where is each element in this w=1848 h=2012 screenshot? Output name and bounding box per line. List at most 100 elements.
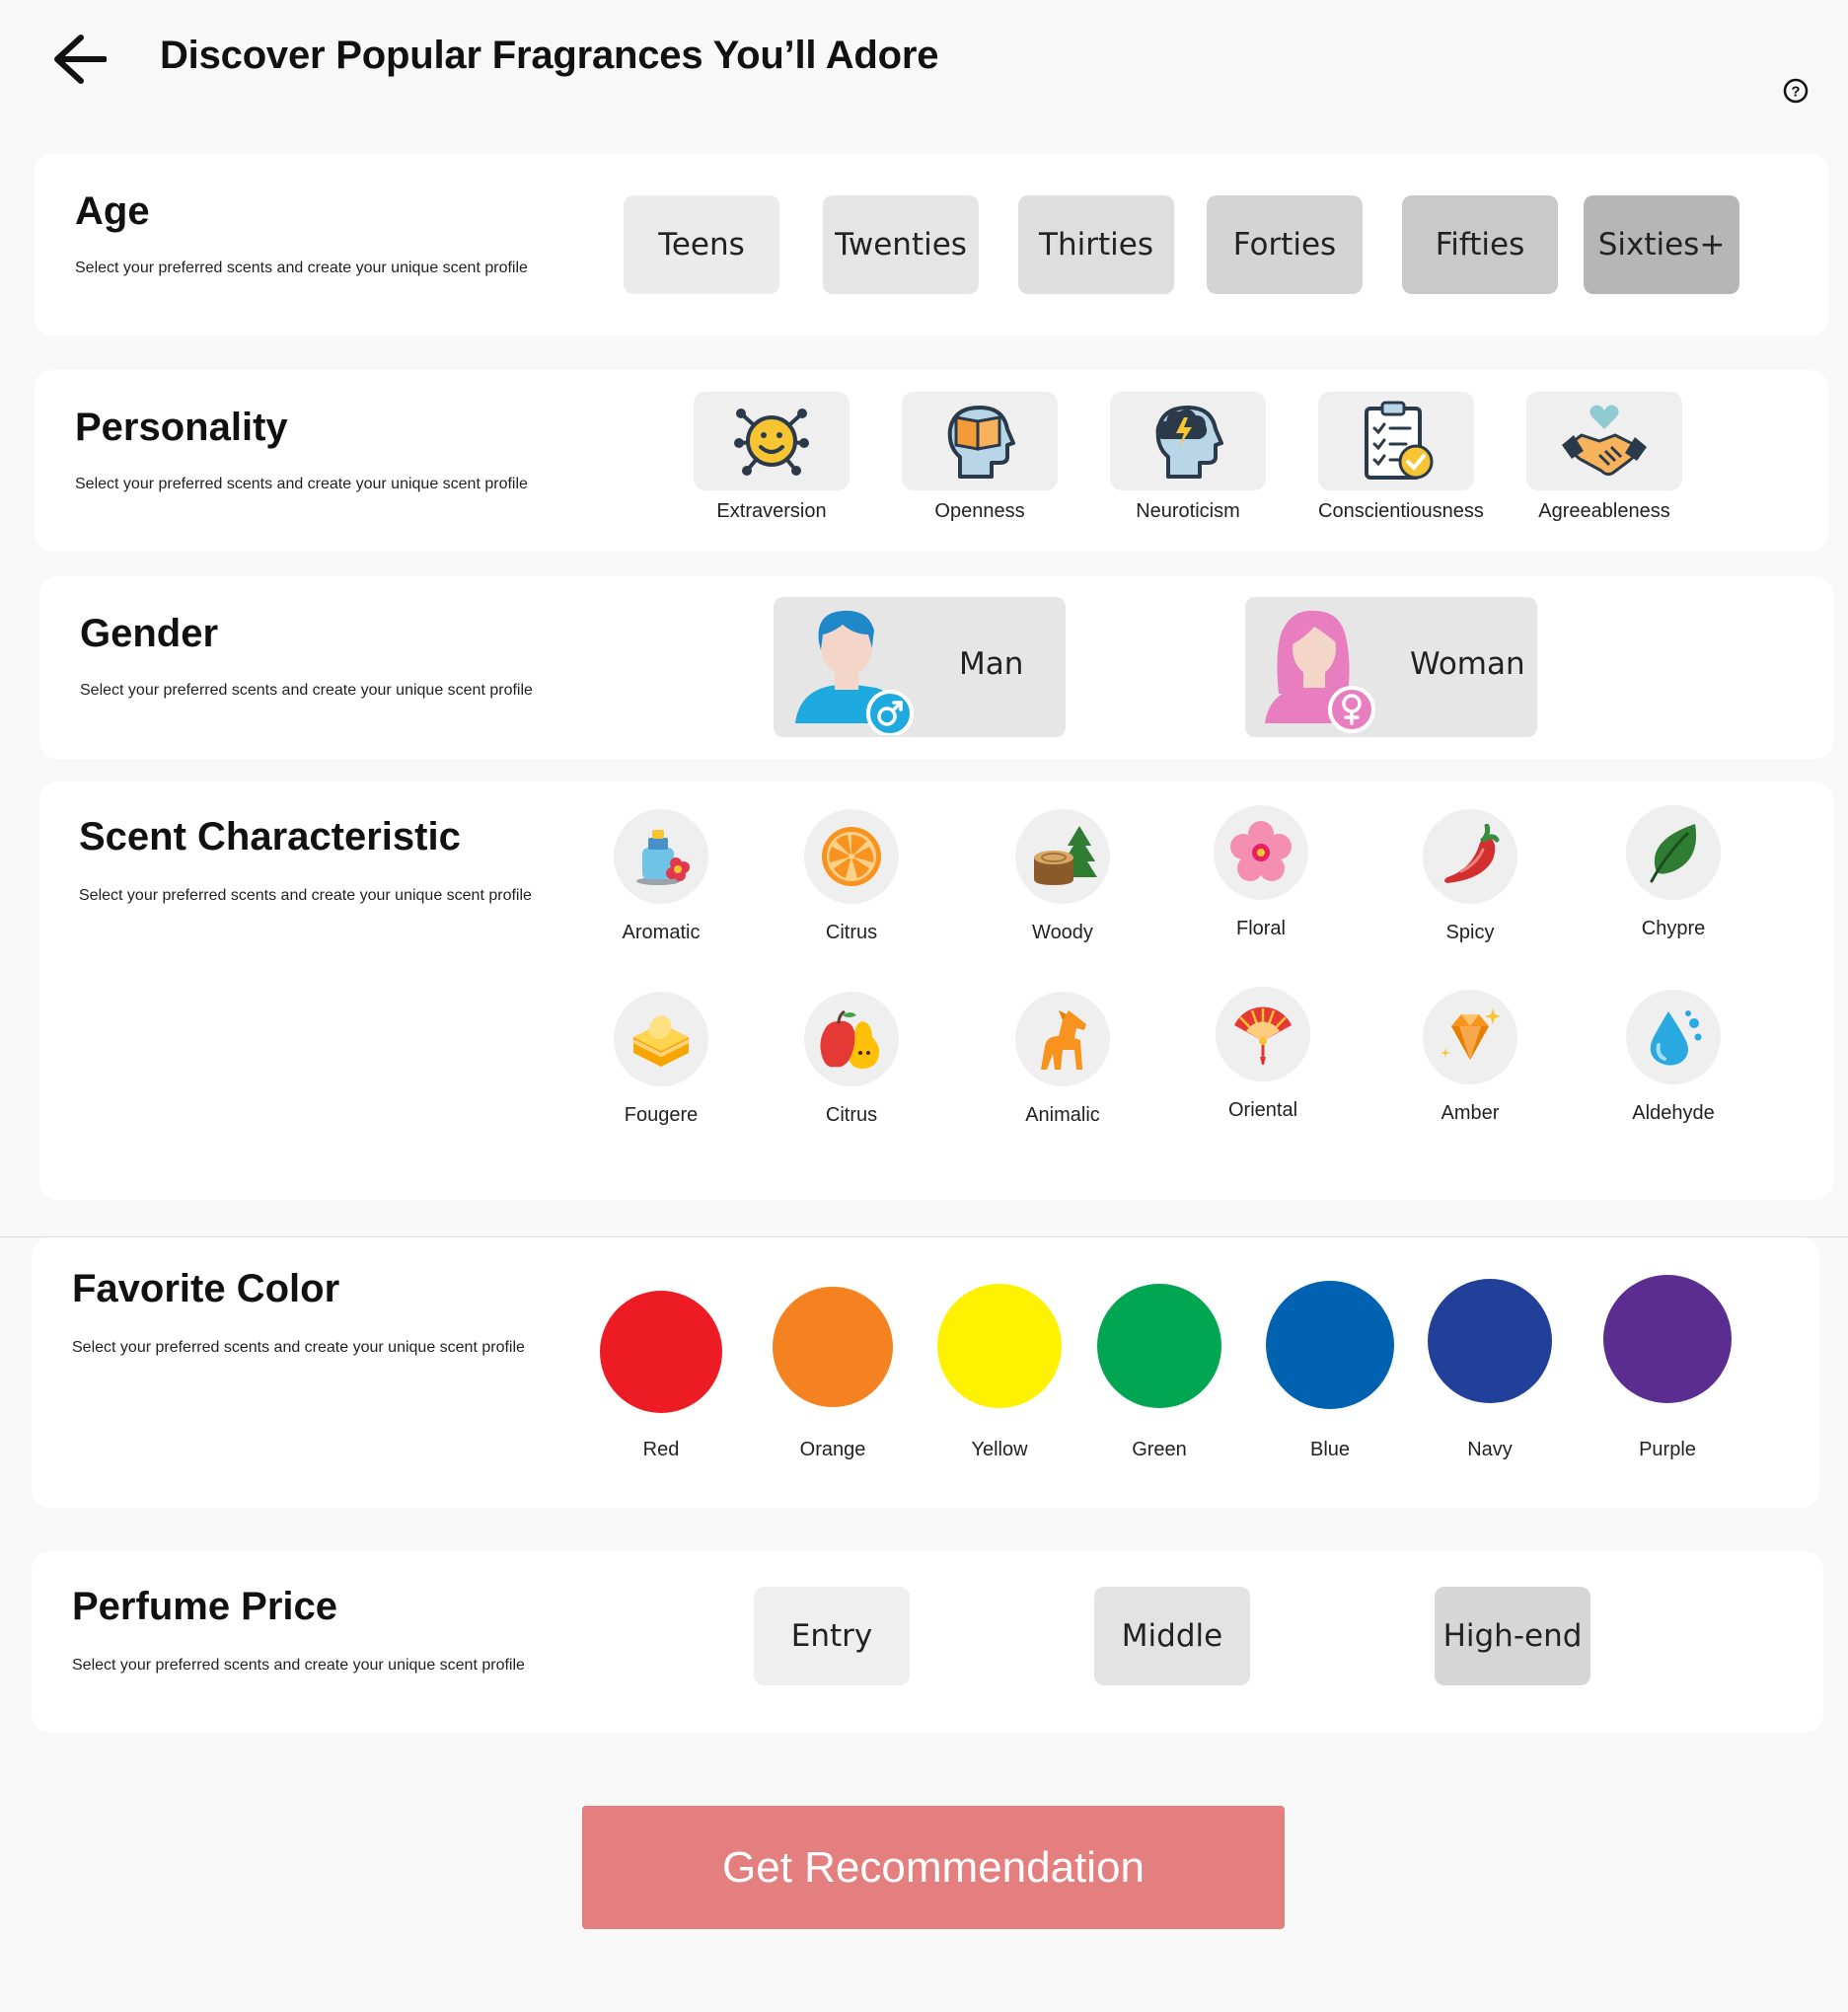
clipboard-check-icon [1365,401,1434,480]
scent-option-aldehyde[interactable]: Aldehyde [1575,990,1772,1125]
female-avatar-icon [1265,610,1375,733]
color-option-yellow[interactable]: Yellow [921,1284,1078,1460]
age-option-forties[interactable]: Forties [1207,195,1363,294]
section-subtitle: Select your preferred scents and create … [72,1657,525,1674]
personality-option-conscientiousness[interactable]: Conscientiousness [1318,392,1484,523]
option-circle[interactable] [804,809,899,904]
scent-option-amber[interactable]: Amber [1371,990,1569,1125]
age-section: Age Select your preferred scents and cre… [35,154,1828,335]
scent-option-aromatic[interactable]: Aromatic [562,809,760,944]
price-option-high-end[interactable]: High-end [1435,1587,1590,1685]
option-label: Floral [1235,918,1286,939]
option-tile[interactable] [902,392,1058,490]
gender-option-man[interactable]: Man [774,597,1066,737]
price-option-middle[interactable]: Middle [1094,1587,1250,1685]
option-tile[interactable] [694,392,850,490]
option-label: Extraversion [716,500,827,522]
option-label: Chypre [1641,918,1706,939]
cherry-blossom-icon [1230,821,1292,881]
option-circle[interactable] [1214,805,1308,900]
scent-option-animalic[interactable]: Animalic [964,992,1161,1127]
option-label: Woody [1032,922,1093,943]
section-title: Gender [80,612,219,655]
personality-option-extraversion[interactable]: Extraversion [694,392,850,523]
scent-option-citrus-2[interactable]: Citrus [753,992,950,1127]
option-label: Conscientiousness [1318,500,1484,522]
option-circle[interactable] [1626,990,1721,1084]
arrow-left-icon [54,35,107,84]
price-option-entry[interactable]: Entry [754,1587,910,1685]
scent-option-chypre[interactable]: Chypre [1575,805,1772,940]
option-label: Animalic [1025,1104,1100,1126]
color-swatch[interactable] [1603,1275,1732,1403]
color-swatch[interactable] [1266,1281,1394,1409]
question-circle-icon: ? [1783,78,1809,104]
option-circle[interactable] [1216,987,1310,1081]
personality-option-agreeableness[interactable]: Agreeableness [1526,392,1682,523]
page-title: Discover Popular Fragrances You’ll Adore [160,34,939,77]
age-option-fifties[interactable]: Fifties [1402,195,1558,294]
get-recommendation-button[interactable]: Get Recommendation [582,1806,1285,1929]
color-option-red[interactable]: Red [582,1291,740,1460]
age-option-teens[interactable]: Teens [624,195,779,294]
smiley-network-icon [734,409,809,476]
option-label: Yellow [971,1439,1028,1460]
option-tile[interactable] [1526,392,1682,490]
option-label: Amber [1441,1102,1500,1124]
option-label: Oriental [1227,1099,1298,1121]
scent-section: Scent Characteristic Select your preferr… [39,782,1833,1200]
option-label: Purple [1639,1439,1696,1460]
help-button[interactable]: ? [1782,77,1810,105]
scent-option-fougere[interactable]: Fougere [562,992,760,1127]
personality-option-neuroticism[interactable]: Neuroticism [1110,392,1266,523]
color-option-navy[interactable]: Navy [1411,1279,1569,1460]
option-circle[interactable] [1015,809,1110,904]
color-swatch[interactable] [600,1291,722,1413]
orange-slice-icon [822,827,881,886]
option-tile[interactable] [1110,392,1266,490]
color-option-orange[interactable]: Orange [754,1287,912,1460]
color-option-green[interactable]: Green [1080,1284,1238,1460]
cake-icon [632,1015,690,1067]
section-title: Perfume Price [72,1585,338,1628]
option-label: Aldehyde [1632,1102,1715,1124]
section-subtitle: Select your preferred scents and create … [79,887,532,904]
personality-option-openness[interactable]: Openness [902,392,1058,523]
option-label: Blue [1309,1439,1351,1460]
option-label: Citrus [825,922,878,943]
option-label: Spicy [1445,922,1495,943]
scent-option-citrus[interactable]: Citrus [753,809,950,944]
section-subtitle: Select your preferred scents and create … [75,476,528,492]
scent-option-oriental[interactable]: Oriental [1164,987,1362,1122]
option-circle[interactable] [1423,809,1517,904]
color-swatch[interactable] [937,1284,1062,1408]
scent-option-spicy[interactable]: Spicy [1371,809,1569,944]
perfume-bottle-icon [636,830,690,885]
age-option-twenties[interactable]: Twenties [823,195,979,294]
apple-pear-icon [820,1009,880,1069]
male-avatar-icon [795,610,914,735]
gender-option-woman[interactable]: Woman [1245,597,1537,737]
scent-option-floral[interactable]: Floral [1162,805,1360,940]
section-title: Scent Characteristic [79,815,461,858]
color-option-purple[interactable]: Purple [1589,1275,1746,1460]
option-circle[interactable] [1423,990,1517,1084]
color-swatch[interactable] [1097,1284,1221,1408]
water-drop-icon [1650,1010,1702,1066]
back-button[interactable] [43,20,114,99]
age-option-sixties-plus[interactable]: Sixties+ [1584,195,1739,294]
option-circle[interactable] [1015,992,1110,1086]
color-option-blue[interactable]: Blue [1251,1281,1409,1460]
option-label: Agreeableness [1538,500,1670,522]
scent-option-woody[interactable]: Woody [964,809,1161,944]
gender-section: Gender Select your preferred scents and … [39,576,1833,759]
option-circle[interactable] [1626,805,1721,900]
option-circle[interactable] [614,992,708,1086]
option-circle[interactable] [804,992,899,1086]
color-swatch[interactable] [1428,1279,1552,1403]
age-option-thirties[interactable]: Thirties [1018,195,1174,294]
color-swatch[interactable] [773,1287,893,1407]
section-title: Personality [75,406,288,449]
option-tile[interactable] [1318,392,1474,490]
option-circle[interactable] [614,809,708,904]
